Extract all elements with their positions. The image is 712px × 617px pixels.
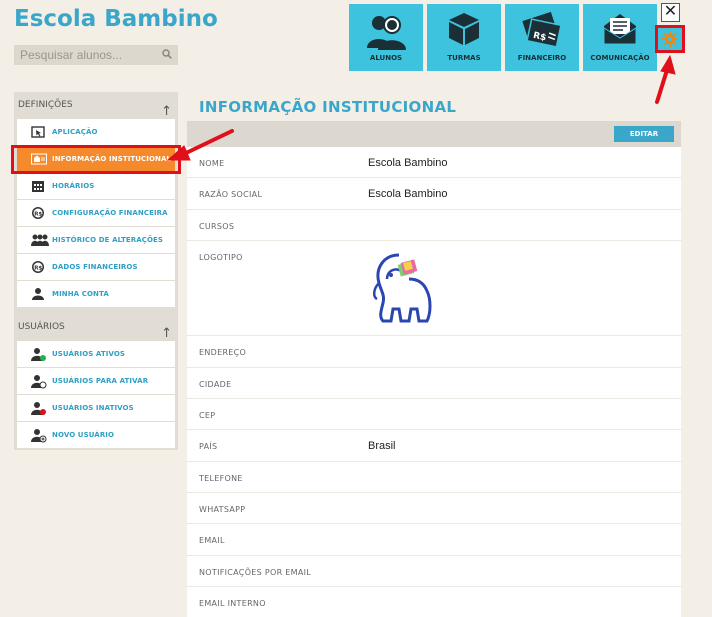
arrow-to-settings: [655, 54, 676, 104]
annotation-arrows: [166, 54, 676, 161]
arrow-to-sidebar-item: [166, 129, 234, 161]
